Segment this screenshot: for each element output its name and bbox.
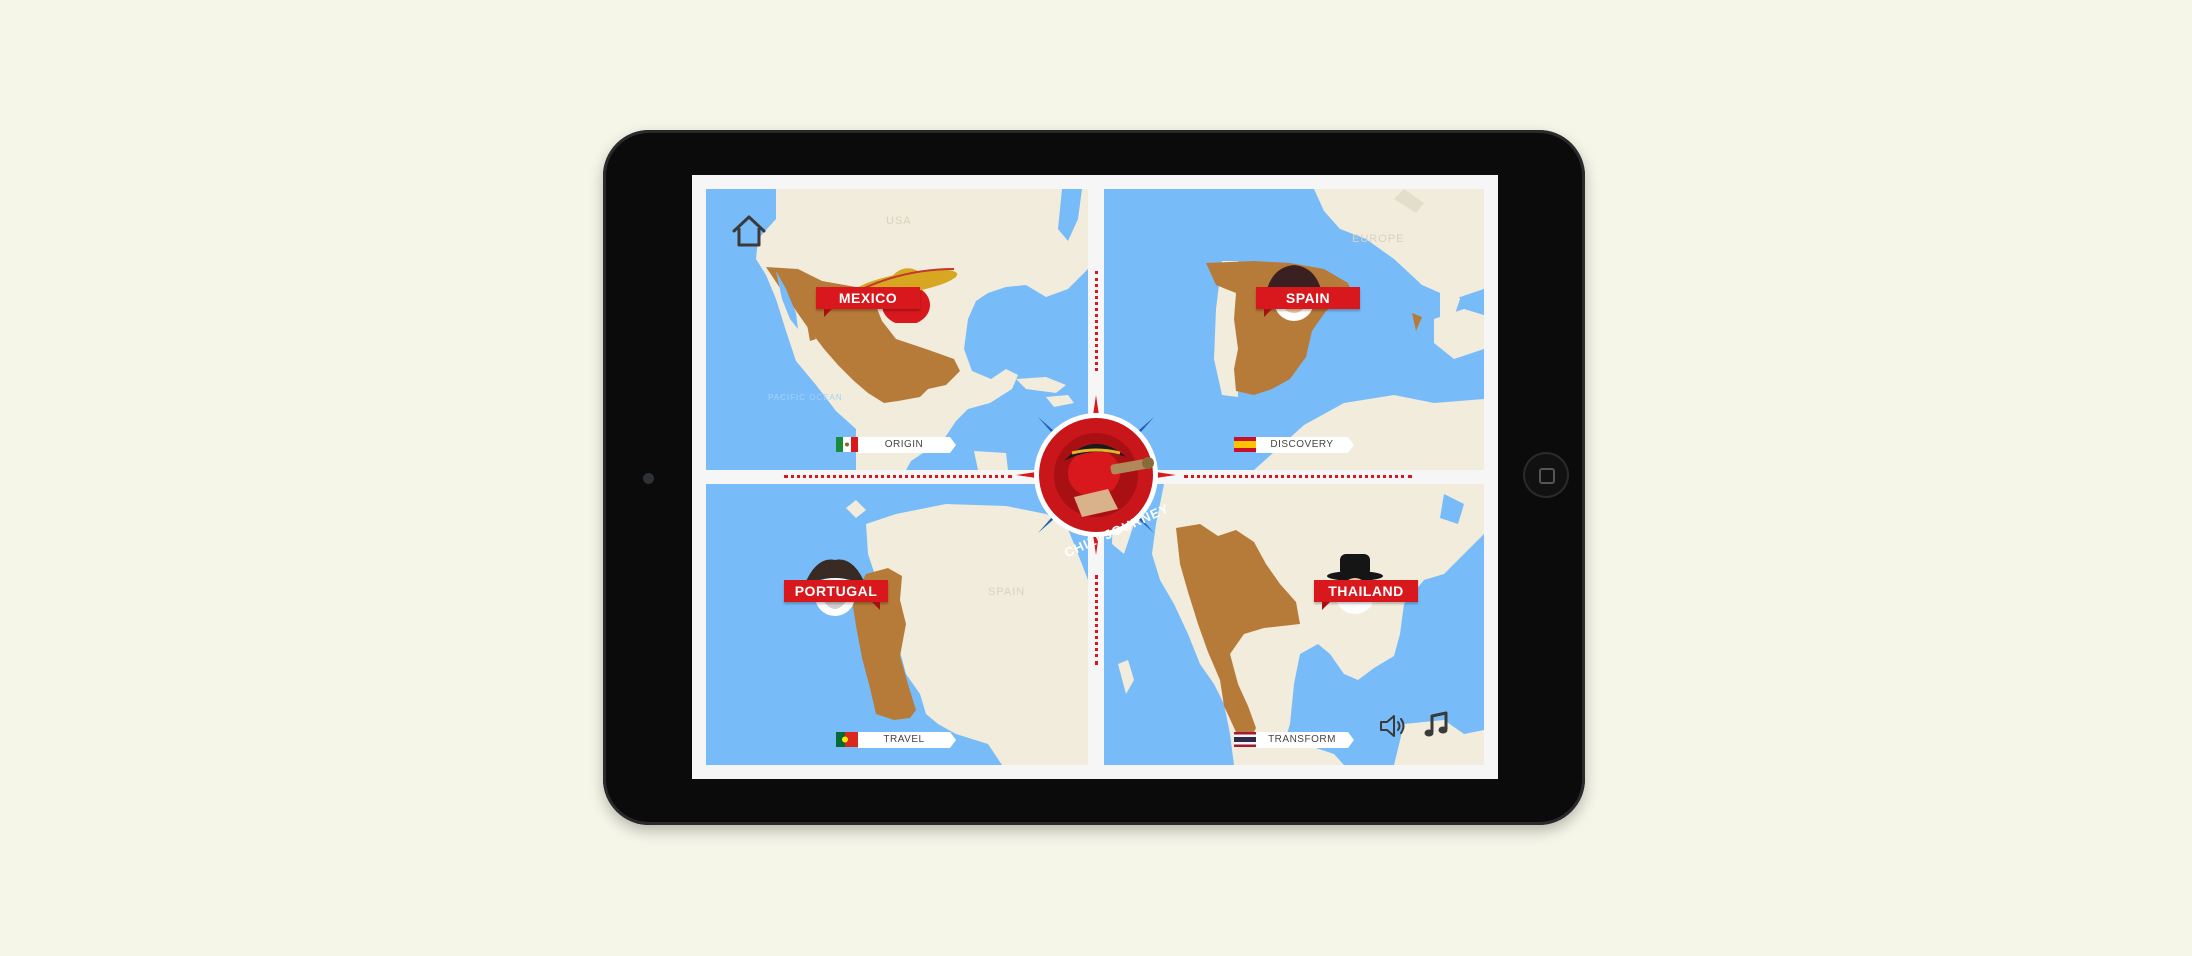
country-label-mexico[interactable]: MEXICO [816, 287, 920, 317]
map-label-usa: USA [886, 215, 912, 227]
device-home-button[interactable] [1523, 452, 1569, 498]
country-label-portugal[interactable]: PORTUGAL [784, 580, 888, 610]
stage-tag-discovery: DISCOVERY [1256, 437, 1354, 453]
thailand-flag-icon [1234, 732, 1256, 747]
camera [643, 473, 654, 484]
country-label-thailand[interactable]: THAILAND [1314, 580, 1418, 610]
stage-tag-transform: TRANSFORM [1256, 732, 1354, 748]
spain-flag-icon [1234, 437, 1256, 452]
map-label-europe: EUROPE [1352, 233, 1405, 245]
country-label-spain[interactable]: SPAIN [1256, 287, 1360, 317]
stage-tag-origin: ORIGIN [858, 437, 956, 453]
separator-top [1095, 271, 1098, 371]
music-note-icon[interactable] [1422, 710, 1450, 740]
map-label-ocean: PACIFIC OCEAN [768, 393, 843, 402]
map-label-spain: SPAIN [988, 586, 1026, 598]
home-icon[interactable] [730, 213, 768, 249]
speaker-icon[interactable] [1378, 712, 1408, 740]
mexico-flag-icon [836, 437, 858, 452]
stage-tag-travel: TRAVEL [858, 732, 956, 748]
separator-right [1184, 475, 1412, 478]
app-screen: USA PACIFIC OCEAN MEXICO ORIGIN EUROPE S… [692, 175, 1498, 779]
portugal-flag-icon [836, 732, 858, 747]
separator-bottom [1095, 575, 1098, 665]
separator-left [784, 475, 1012, 478]
